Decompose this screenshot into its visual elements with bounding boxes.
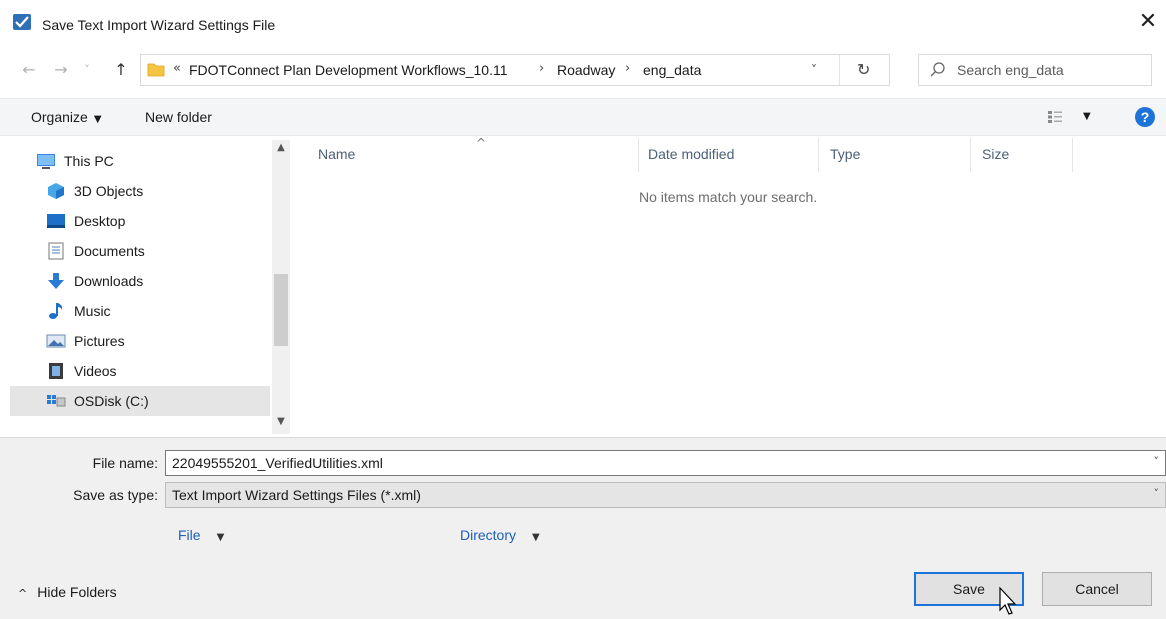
command-bar: Organize ▼ New folder ▼ ?: [0, 98, 1166, 136]
hide-folders-button[interactable]: ^ Hide Folders: [18, 584, 117, 600]
column-divider: [1072, 138, 1073, 172]
search-box[interactable]: Search eng_data: [918, 54, 1152, 86]
nav-item-this-pc[interactable]: This PC: [10, 146, 270, 176]
nav-label: Documents: [74, 243, 145, 259]
navigation-bar: ← → ˅ ↑ « FDOTConnect Plan Development W…: [0, 52, 1166, 90]
video-icon: [49, 363, 63, 379]
new-folder-button[interactable]: New folder: [145, 109, 212, 125]
mouse-pointer-icon: [999, 586, 1017, 615]
folder-icon: [147, 63, 165, 77]
back-arrow-icon[interactable]: ←: [20, 60, 38, 80]
nav-item-pictures[interactable]: Pictures: [10, 326, 270, 356]
column-divider: [970, 138, 971, 172]
up-arrow-icon[interactable]: ↑: [112, 60, 130, 80]
chevron-down-icon[interactable]: ˅: [1154, 487, 1160, 500]
nav-item-3d-objects[interactable]: 3D Objects: [10, 176, 270, 206]
hide-folders-label: Hide Folders: [37, 584, 117, 600]
nav-label: Pictures: [74, 333, 125, 349]
address-overflow-icon[interactable]: «: [173, 61, 181, 76]
breadcrumb-segment[interactable]: Roadway: [557, 62, 615, 78]
divider: [839, 55, 840, 85]
directory-metadata-label: Directory: [460, 527, 517, 543]
save-as-type-value: Text Import Wizard Settings Files (*.xml…: [172, 487, 421, 503]
column-header-date-modified[interactable]: Date modified: [648, 138, 818, 172]
address-bar[interactable]: « FDOTConnect Plan Development Workflows…: [140, 54, 890, 86]
navigation-pane: This PC 3D Objects Desktop Documents Dow…: [10, 140, 270, 422]
app-icon: [13, 14, 31, 30]
navigation-scrollbar[interactable]: ▲ ▼: [272, 140, 290, 434]
refresh-icon[interactable]: ↻: [857, 60, 870, 79]
nav-label: OSDisk (C:): [74, 393, 149, 409]
column-header-size[interactable]: Size: [982, 138, 1072, 172]
organize-label: Organize: [31, 109, 88, 125]
view-dropdown-icon[interactable]: ▼: [1083, 111, 1091, 122]
scroll-up-icon[interactable]: ▲: [272, 142, 290, 158]
file-metadata-label: File: [178, 527, 201, 543]
chevron-up-icon: ^: [18, 587, 28, 600]
title-bar: Save Text Import Wizard Settings File ✕: [0, 0, 1166, 52]
column-header-name[interactable]: Name: [318, 138, 638, 172]
organize-caret-icon: ▼: [93, 114, 102, 125]
directory-caret-icon: ▼: [532, 532, 540, 543]
file-list[interactable]: ^ Name Date modified Type Size No items …: [298, 136, 1162, 436]
cube-icon: [48, 183, 64, 199]
cancel-button[interactable]: Cancel: [1042, 572, 1152, 606]
window-title: Save Text Import Wizard Settings File: [42, 17, 276, 33]
music-icon: [49, 303, 63, 319]
save-options-panel: File name: 22049555201_VerifiedUtilities…: [0, 437, 1166, 619]
file-name-label: File name:: [92, 455, 158, 471]
nav-item-documents[interactable]: Documents: [10, 236, 270, 266]
nav-item-osdisk[interactable]: OSDisk (C:): [10, 386, 270, 416]
nav-label: This PC: [64, 153, 114, 169]
file-metadata-button[interactable]: File ▼: [178, 527, 224, 543]
breadcrumb-separator-icon[interactable]: ›: [625, 61, 630, 76]
file-caret-icon: ▼: [216, 532, 225, 543]
file-name-value: 22049555201_VerifiedUtilities.xml: [172, 455, 383, 471]
document-icon: [48, 242, 64, 260]
breadcrumb-separator-icon[interactable]: ›: [539, 61, 544, 76]
nav-label: 3D Objects: [74, 183, 144, 199]
nav-label: Music: [74, 303, 111, 319]
nav-label: Videos: [74, 363, 117, 379]
nav-label: Downloads: [74, 273, 144, 289]
column-divider: [638, 138, 639, 172]
view-options-icon[interactable]: [1047, 110, 1063, 124]
nav-item-videos[interactable]: Videos: [10, 356, 270, 386]
pictures-icon: [46, 334, 66, 348]
nav-label: Desktop: [74, 213, 126, 229]
empty-message: No items match your search.: [639, 189, 818, 205]
file-name-field[interactable]: 22049555201_VerifiedUtilities.xml ˅: [165, 450, 1166, 476]
organize-button[interactable]: Organize ▼: [31, 109, 102, 125]
download-icon: [48, 273, 64, 289]
nav-item-downloads[interactable]: Downloads: [10, 266, 270, 296]
search-icon: [930, 62, 945, 77]
recent-locations-icon[interactable]: ˅: [80, 60, 94, 80]
breadcrumb-segment[interactable]: FDOTConnect Plan Development Workflows_1…: [189, 62, 508, 78]
forward-arrow-icon[interactable]: →: [52, 60, 70, 80]
scroll-down-icon[interactable]: ▼: [272, 416, 290, 432]
close-icon[interactable]: ✕: [1136, 10, 1160, 34]
scrollbar-thumb[interactable]: [274, 274, 288, 346]
desktop-icon: [47, 214, 65, 228]
monitor-icon: [37, 154, 55, 169]
help-icon[interactable]: ?: [1135, 107, 1155, 127]
nav-item-desktop[interactable]: Desktop: [10, 206, 270, 236]
disk-icon: [47, 395, 66, 407]
nav-item-music[interactable]: Music: [10, 296, 270, 326]
directory-metadata-button[interactable]: Directory ▼: [460, 527, 540, 543]
save-as-type-label: Save as type:: [73, 487, 158, 503]
breadcrumb-segment[interactable]: eng_data: [643, 62, 701, 78]
save-as-type-select[interactable]: Text Import Wizard Settings Files (*.xml…: [165, 482, 1166, 508]
search-placeholder: Search eng_data: [957, 62, 1064, 78]
address-dropdown-icon[interactable]: ˅: [811, 63, 817, 77]
chevron-down-icon[interactable]: ˅: [1154, 455, 1160, 468]
column-header-type[interactable]: Type: [830, 138, 970, 172]
column-divider: [818, 138, 819, 172]
